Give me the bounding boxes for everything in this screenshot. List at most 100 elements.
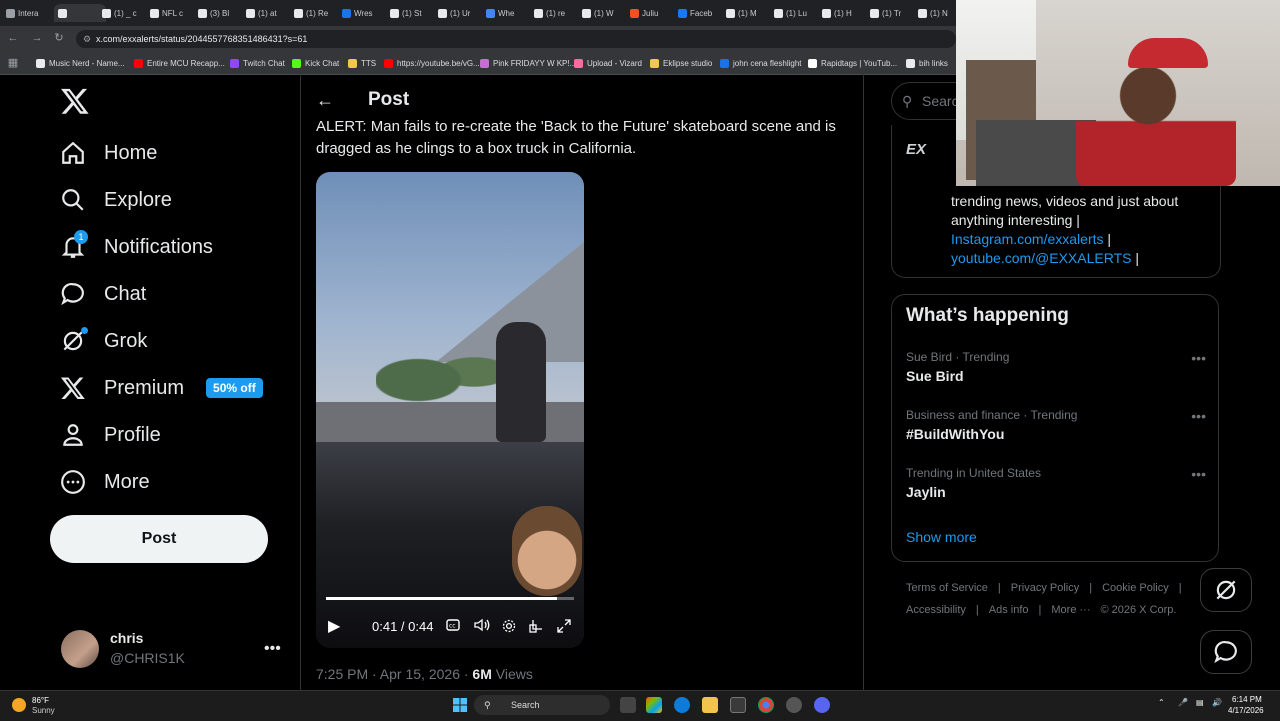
bookmark-item[interactable]: Entire MCU Recapp... <box>134 56 225 70</box>
picture-in-picture-icon[interactable] <box>529 619 543 633</box>
post-timestamp[interactable]: 7:25 PM · Apr 15, 2026 · <box>316 666 472 682</box>
network-icon[interactable]: ▤ <box>1196 698 1204 707</box>
grok-fab-button[interactable] <box>1200 568 1252 612</box>
clock-date[interactable]: 4/17/2026 <box>1228 706 1264 715</box>
bookmark-label: Kick Chat <box>305 58 340 68</box>
post-button[interactable]: Post <box>50 515 268 563</box>
nav-more[interactable]: More <box>60 469 150 495</box>
address-bar[interactable]: ⚙ x.com/exxalerts/status/204455776835148… <box>76 30 956 48</box>
trend-more-icon[interactable]: ••• <box>1191 408 1206 424</box>
chrome-icon[interactable] <box>758 697 774 713</box>
apps-grid-icon[interactable]: ▦ <box>6 56 20 70</box>
chat-fab-button[interactable] <box>1200 630 1252 674</box>
browser-tab[interactable]: Faceb <box>678 4 722 22</box>
browser-tab[interactable]: (1) _ c <box>102 4 146 22</box>
reload-icon[interactable]: ↻ <box>52 31 66 45</box>
store-icon[interactable] <box>730 697 746 713</box>
nav-premium[interactable]: Premium 50% off <box>60 375 263 401</box>
account-handle[interactable]: @CHRIS1K <box>110 650 185 666</box>
nav-chat[interactable]: Chat <box>60 281 146 307</box>
weather-sun-icon[interactable] <box>12 698 26 712</box>
footer-link[interactable]: Cookie Policy <box>1102 582 1169 594</box>
footer-link[interactable]: Terms of Service <box>906 582 988 594</box>
bookmark-item[interactable]: Music Nerd - Name... <box>36 56 125 70</box>
bookmark-item[interactable]: Rapidtags | YouTub... <box>808 56 897 70</box>
bookmark-item[interactable]: bih links <box>906 56 948 70</box>
browser-tab[interactable]: (1) Lu <box>774 4 818 22</box>
nav-notifications[interactable]: 1 Notifications <box>60 230 213 260</box>
bookmark-favicon-icon <box>384 58 393 68</box>
bookmark-item[interactable]: TTS <box>348 56 376 70</box>
browser-tab[interactable]: (1) Re <box>294 4 338 22</box>
site-info-icon[interactable]: ⚙ <box>83 30 91 48</box>
microphone-icon[interactable]: 🎤 <box>1178 698 1188 707</box>
footer-link[interactable]: More ··· <box>1051 604 1090 616</box>
forward-arrow-icon[interactable]: → <box>30 31 44 45</box>
copilot-icon[interactable] <box>646 697 662 713</box>
nav-home[interactable]: Home <box>60 140 157 166</box>
task-view-icon[interactable] <box>620 697 636 713</box>
browser-tab[interactable]: (1) re <box>534 4 578 22</box>
volume-icon[interactable] <box>474 618 490 632</box>
browser-tab[interactable]: Intera <box>6 4 50 22</box>
account-name[interactable]: chris <box>110 630 143 646</box>
trend-item[interactable]: Business and finance · Trending #BuildWi… <box>906 408 1206 442</box>
trend-item[interactable]: Trending in United States Jaylin ••• <box>906 466 1206 500</box>
trend-item[interactable]: Sue Bird · Trending Sue Bird ••• <box>906 350 1206 384</box>
trend-more-icon[interactable]: ••• <box>1191 350 1206 366</box>
captions-icon[interactable]: cc <box>446 619 460 631</box>
browser-tab[interactable]: (1) at <box>246 4 290 22</box>
account-avatar[interactable] <box>61 630 99 668</box>
weather-temp[interactable]: 86°F <box>32 696 49 705</box>
account-more-icon[interactable]: ••• <box>264 640 281 658</box>
play-icon[interactable]: ▶ <box>328 616 340 636</box>
back-arrow-icon[interactable]: ← <box>6 31 20 45</box>
bookmark-item[interactable]: Twitch Chat <box>230 56 285 70</box>
nav-grok[interactable]: Grok <box>60 327 147 354</box>
bookmark-item[interactable]: https://youtube.be/vG... <box>384 56 480 70</box>
nav-explore[interactable]: Explore <box>60 187 172 213</box>
file-explorer-icon[interactable] <box>702 697 718 713</box>
exx-alerts-logo[interactable]: EX <box>906 141 940 159</box>
edge-browser-icon[interactable] <box>674 697 690 713</box>
show-hidden-icons-chevron-icon[interactable]: ⌃ <box>1158 698 1165 707</box>
browser-tab[interactable]: (3) Bl <box>198 4 242 22</box>
back-arrow-icon[interactable]: ← <box>316 90 334 111</box>
bookmark-item[interactable]: Upload - Vizard <box>574 56 642 70</box>
video-progress-bar[interactable] <box>326 597 574 600</box>
obs-icon[interactable] <box>786 697 802 713</box>
bookmark-item[interactable]: Pink FRIDAYY W KP!... <box>480 56 576 70</box>
taskbar-search-input[interactable]: ⚲ Search <box>474 695 610 715</box>
footer-link[interactable]: © 2026 X Corp. <box>1100 604 1176 616</box>
footer-link[interactable]: Ads info <box>989 604 1029 616</box>
browser-tab[interactable]: (1) Ur <box>438 4 482 22</box>
browser-tab[interactable]: (1) Tr <box>870 4 914 22</box>
browser-tab[interactable]: (1) W <box>582 4 626 22</box>
trend-more-icon[interactable]: ••• <box>1191 466 1206 482</box>
nav-profile[interactable]: Profile <box>60 422 161 448</box>
speaker-icon[interactable]: 🔊 <box>1212 698 1222 707</box>
browser-tab[interactable]: NFL c <box>150 4 194 22</box>
browser-tab[interactable]: Whe <box>486 4 530 22</box>
footer-link[interactable]: Accessibility <box>906 604 966 616</box>
browser-tab[interactable]: (1) H <box>822 4 866 22</box>
windows-start-icon[interactable] <box>452 697 468 713</box>
browser-tab[interactable]: Wres <box>342 4 386 22</box>
x-logo-icon[interactable] <box>60 86 90 116</box>
bio-link-instagram[interactable]: Instagram.com/exxalerts <box>951 231 1104 247</box>
browser-tab[interactable]: (1) M <box>726 4 770 22</box>
discord-icon[interactable] <box>814 697 830 713</box>
browser-tab[interactable]: (1) St <box>390 4 434 22</box>
show-more-link[interactable]: Show more <box>906 529 977 545</box>
browser-tab[interactable]: Juliu <box>630 4 674 22</box>
bookmark-item[interactable]: john cena fleshlight <box>720 56 802 70</box>
fullscreen-icon[interactable] <box>557 619 571 633</box>
bookmark-item[interactable]: Eklipse studio <box>650 56 712 70</box>
browser-tab[interactable] <box>54 4 106 22</box>
bio-link-youtube[interactable]: youtube.com/@EXXALERTS <box>951 250 1131 266</box>
settings-gear-icon[interactable] <box>502 619 516 633</box>
clock-time[interactable]: 6:14 PM <box>1232 695 1262 704</box>
footer-link[interactable]: Privacy Policy <box>1011 582 1079 594</box>
bookmark-item[interactable]: Kick Chat <box>292 56 339 70</box>
post-video[interactable]: ▶ 0:41 / 0:44 cc <box>316 172 584 648</box>
